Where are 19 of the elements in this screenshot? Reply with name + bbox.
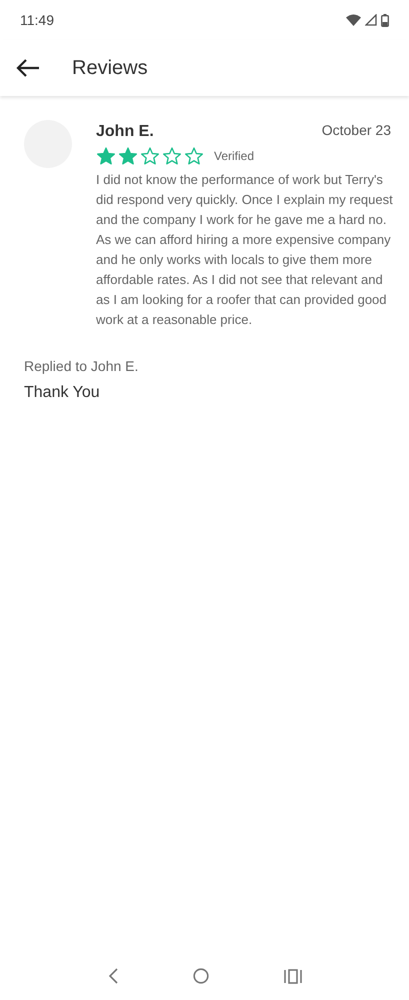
verified-label: Verified (214, 148, 254, 165)
status-time: 11:49 (20, 10, 54, 30)
filled-star-icon (96, 146, 116, 166)
wifi-icon (346, 14, 361, 26)
reviewer-name: John E. (96, 122, 154, 142)
reply-text: Thank You (24, 383, 101, 403)
reply-label: Replied to John E. (24, 357, 140, 376)
home-nav-icon[interactable] (192, 968, 208, 984)
review-text: I did not know the performance of work but Terry's did respond very quickly. Once I explain my request and the company I work for he gave me a hard no. As we can afford hiring a more expensive company and he only works with locals to give them more affordable rates. As I did not see that relevant and as I am looking for a roofer that can provided good work at a reasonable price. (96, 171, 394, 329)
review-date: October 23 (322, 121, 391, 140)
signal-icon (365, 14, 377, 26)
page-title: Reviews (72, 56, 148, 81)
battery-icon (381, 14, 389, 26)
empty-star-icon (140, 146, 160, 166)
back-nav-icon[interactable] (108, 968, 118, 984)
empty-star-icon (184, 146, 204, 166)
recents-nav-icon[interactable] (284, 968, 302, 984)
empty-star-icon (162, 146, 182, 166)
filled-star-icon (118, 146, 138, 166)
